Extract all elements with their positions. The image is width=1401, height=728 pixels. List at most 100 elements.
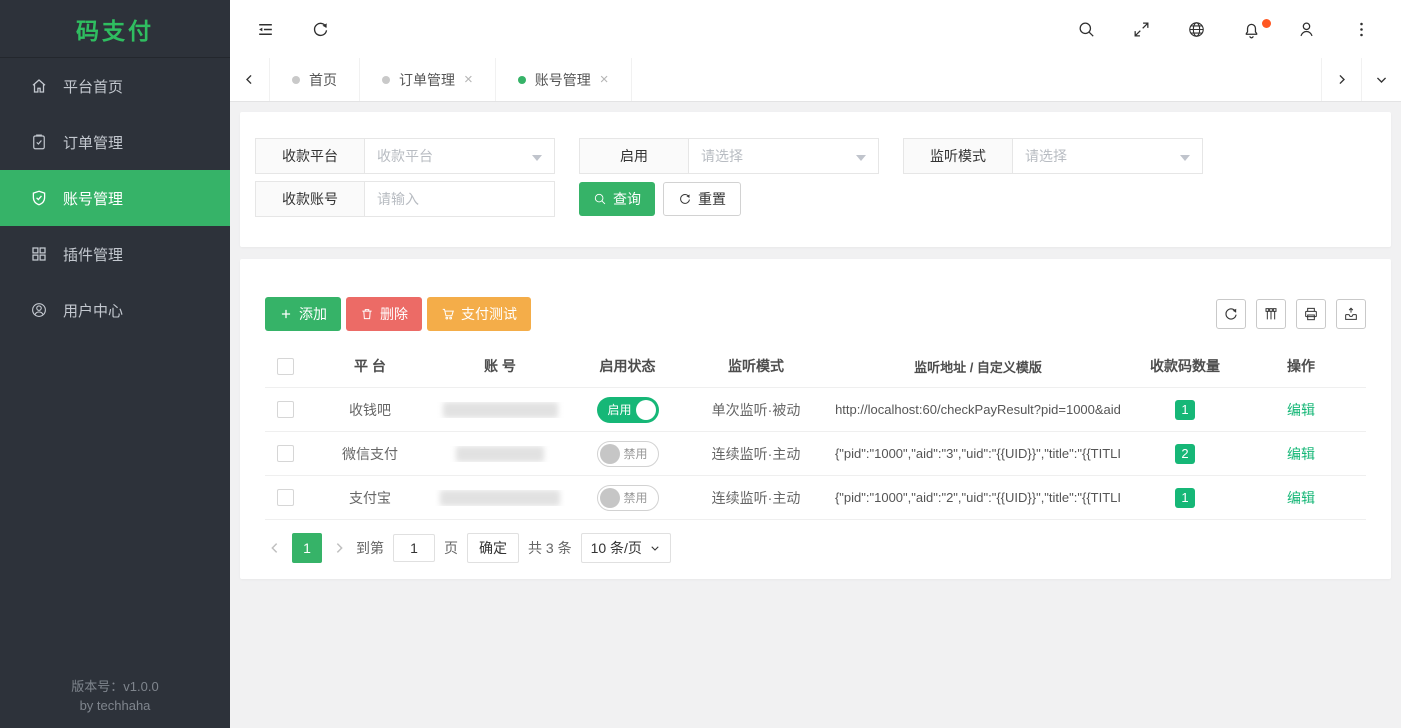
mode-cell: 连续监听·主动 <box>690 488 822 508</box>
more-vertical-icon[interactable] <box>1351 19 1371 39</box>
version-number: 版本号：v1.0.0 <box>0 678 230 697</box>
table-row: 收钱吧 启用 单次监听·被动 http://localhost:60/check… <box>265 388 1366 432</box>
edit-link[interactable]: 编辑 <box>1287 488 1315 508</box>
goto-confirm-button[interactable]: 确定 <box>467 533 519 563</box>
platform-cell: 微信支付 <box>305 444 435 464</box>
collapse-menu-icon[interactable] <box>255 19 275 39</box>
clipboard-icon <box>30 133 48 151</box>
enable-toggle[interactable]: 启用 <box>597 397 659 423</box>
sidebar-item-platform-home[interactable]: 平台首页 <box>0 58 230 114</box>
toggle-label: 启用 <box>608 397 632 423</box>
search-icon[interactable] <box>1076 19 1096 39</box>
search-button[interactable]: 查询 <box>579 182 655 216</box>
pagination-prev-button[interactable] <box>267 540 283 556</box>
listen-mode-select[interactable]: 请选择 <box>1013 138 1203 174</box>
column-header-status: 启用状态 <box>565 356 690 376</box>
select-all-checkbox[interactable] <box>277 358 294 375</box>
export-icon[interactable] <box>1336 299 1366 329</box>
version-author: by techhaha <box>0 697 230 716</box>
tab-order-management[interactable]: 订单管理 × <box>360 58 496 101</box>
chevron-down-icon <box>1180 155 1190 161</box>
row-checkbox[interactable] <box>277 445 294 462</box>
home-icon <box>30 77 48 95</box>
sidebar-item-user-center[interactable]: 用户中心 <box>0 282 230 338</box>
url-cell: http://localhost:60/checkPayResult?pid=1… <box>822 402 1134 417</box>
pagination-next-button[interactable] <box>331 540 347 556</box>
bell-icon[interactable] <box>1241 19 1261 39</box>
close-icon[interactable]: × <box>464 72 473 87</box>
sidebar-item-plugin-management[interactable]: 插件管理 <box>0 226 230 282</box>
globe-icon[interactable] <box>1186 19 1206 39</box>
print-icon[interactable] <box>1296 299 1326 329</box>
goto-page-input[interactable] <box>393 534 435 562</box>
table-refresh-icon[interactable] <box>1216 299 1246 329</box>
filter-row-1: 收款平台 收款平台 启用 请选择 监听模式 <box>255 138 1371 174</box>
account-filter-label: 收款账号 <box>255 181 365 217</box>
filter-group-account: 收款账号 <box>255 181 555 217</box>
cart-icon <box>441 307 455 321</box>
header-left-icons <box>255 19 330 39</box>
pagination-page-1[interactable]: 1 <box>292 533 322 563</box>
row-checkbox[interactable] <box>277 489 294 506</box>
sidebar-item-account-management[interactable]: 账号管理 <box>0 170 230 226</box>
qr-count-badge: 2 <box>1175 444 1195 464</box>
tabs-scroll-right-button[interactable] <box>1321 58 1361 101</box>
version-info: 版本号：v1.0.0 by techhaha <box>0 678 230 716</box>
top-header <box>230 0 1401 58</box>
sidebar-item-label: 平台首页 <box>63 76 123 97</box>
enabled-filter-label: 启用 <box>579 138 689 174</box>
sidebar-item-order-management[interactable]: 订单管理 <box>0 114 230 170</box>
enable-toggle[interactable]: 禁用 <box>597 485 659 511</box>
row-checkbox[interactable] <box>277 401 294 418</box>
platform-cell: 支付宝 <box>305 488 435 508</box>
filter-group-enabled: 启用 请选择 <box>579 138 879 174</box>
tab-bar: 首页 订单管理 × 账号管理 × <box>230 58 1401 102</box>
edit-link[interactable]: 编辑 <box>1287 444 1315 464</box>
tab-label: 订单管理 <box>399 70 455 90</box>
qr-count-badge: 1 <box>1175 400 1195 420</box>
enabled-select[interactable]: 请选择 <box>689 138 879 174</box>
platform-select-placeholder: 收款平台 <box>377 146 433 166</box>
total-count-label: 共 3 条 <box>528 538 572 558</box>
user-circle-icon <box>30 301 48 319</box>
tab-label: 首页 <box>309 70 337 90</box>
grid-icon <box>30 245 48 263</box>
tabs-scroll-left-button[interactable] <box>230 58 270 101</box>
user-icon[interactable] <box>1296 19 1316 39</box>
shield-check-icon <box>30 189 48 207</box>
chevron-down-icon <box>649 542 661 554</box>
platform-cell: 收钱吧 <box>305 400 435 420</box>
filter-columns-icon[interactable] <box>1256 299 1286 329</box>
delete-button[interactable]: 删除 <box>346 297 422 331</box>
platform-select[interactable]: 收款平台 <box>365 138 555 174</box>
tab-label: 账号管理 <box>535 70 591 90</box>
url-cell: {"pid":"1000","aid":"2","uid":"{{UID}}",… <box>822 490 1134 505</box>
plus-icon <box>279 307 293 321</box>
mode-cell: 单次监听·被动 <box>690 400 822 420</box>
table-panel: 添加 删除 支付测试 <box>240 259 1391 579</box>
page-size-select[interactable]: 10 条/页 <box>581 533 671 563</box>
tab-account-management[interactable]: 账号管理 × <box>496 58 632 101</box>
table-toolbar-buttons: 添加 删除 支付测试 <box>265 297 531 331</box>
add-button[interactable]: 添加 <box>265 297 341 331</box>
pagination: 1 到第 页 确定 共 3 条 10 条/页 <box>265 533 1366 563</box>
redacted-account <box>443 402 558 418</box>
pay-test-button[interactable]: 支付测试 <box>427 297 531 331</box>
enable-toggle[interactable]: 禁用 <box>597 441 659 467</box>
sidebar-item-label: 账号管理 <box>63 188 123 209</box>
account-input[interactable] <box>365 181 555 217</box>
refresh-icon[interactable] <box>310 19 330 39</box>
edit-link[interactable]: 编辑 <box>1287 400 1315 420</box>
chevron-down-icon <box>856 155 866 161</box>
close-icon[interactable]: × <box>600 72 609 87</box>
refresh-icon <box>678 192 692 206</box>
fullscreen-icon[interactable] <box>1131 19 1151 39</box>
tab-home[interactable]: 首页 <box>270 58 360 101</box>
tab-status-dot <box>382 76 390 84</box>
tabs-menu-button[interactable] <box>1361 58 1401 101</box>
header-right-icons <box>1076 19 1371 39</box>
mode-cell: 连续监听·主动 <box>690 444 822 464</box>
redacted-account <box>456 446 544 462</box>
reset-button[interactable]: 重置 <box>663 182 741 216</box>
accounts-table: 平 台 账 号 启用状态 监听模式 监听地址 / 自定义模版 收款码数量 操作 … <box>265 345 1366 520</box>
